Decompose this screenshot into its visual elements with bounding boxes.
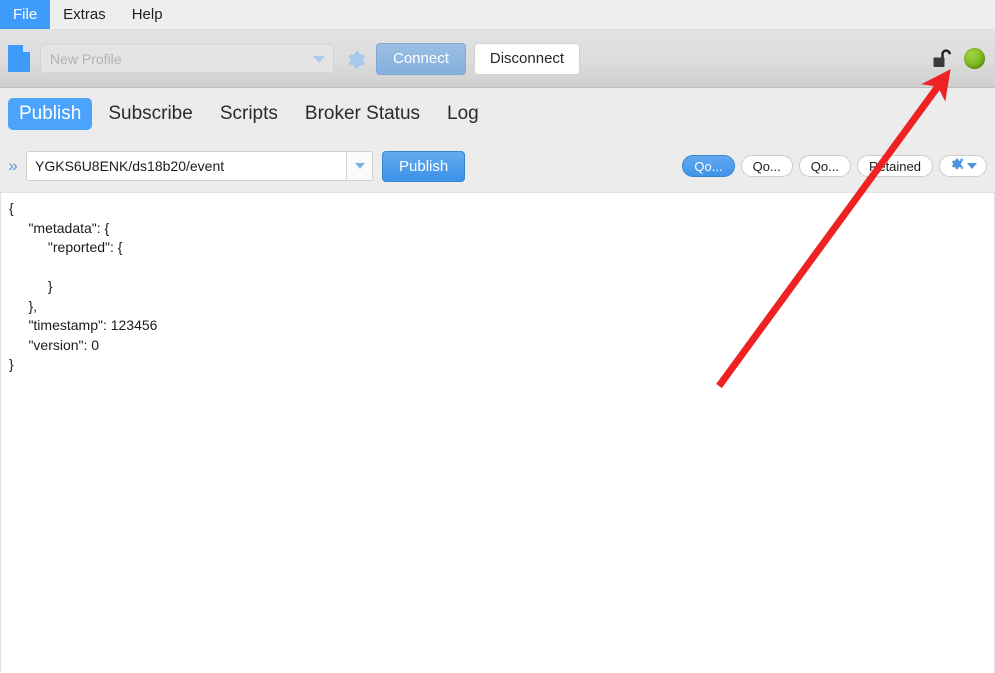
qos-option-2-label: Qo... (810, 158, 839, 174)
gears-icon (949, 157, 965, 175)
tab-log[interactable]: Log (436, 98, 490, 130)
disconnect-button-label: Disconnect (489, 50, 565, 67)
qos-option-0[interactable]: Qo... (682, 155, 735, 177)
payload-editor-content[interactable]: { "metadata": { "reported": { } }, "time… (1, 193, 994, 375)
tab-broker-status-label: Broker Status (304, 103, 421, 125)
menu-item-help-label: Help (131, 6, 163, 23)
connect-button-label: Connect (393, 50, 449, 67)
menu-bar: File Extras Help (0, 0, 995, 30)
topic-input[interactable]: YGKS6U8ENK/ds18b20/event (26, 151, 373, 181)
tab-subscribe-label: Subscribe (108, 103, 193, 125)
publish-toolbar: » YGKS6U8ENK/ds18b20/event Publish Qo...… (0, 140, 995, 192)
toolbar-status-group (931, 48, 985, 70)
main-toolbar: New Profile Connect Disconnect (0, 30, 995, 88)
unlocked-padlock-icon[interactable] (931, 48, 955, 70)
tab-scripts-label: Scripts (219, 103, 278, 125)
menu-item-file[interactable]: File (0, 0, 51, 29)
tab-log-label: Log (447, 103, 479, 125)
retained-toggle-label: Retained (868, 158, 921, 174)
menu-item-extras[interactable]: Extras (50, 0, 119, 29)
profile-select-value: New Profile (50, 50, 122, 67)
menu-item-file-label: File (13, 6, 38, 23)
tab-subscribe[interactable]: Subscribe (97, 98, 204, 130)
tab-publish[interactable]: Publish (8, 98, 93, 130)
chevron-down-icon (967, 163, 977, 169)
chevron-down-icon (354, 163, 365, 169)
profile-select[interactable]: New Profile (40, 44, 334, 73)
mqtt-client-window: File Extras Help New Profile Connect Dis… (0, 0, 995, 673)
chevron-down-icon (313, 55, 325, 63)
qos-option-1[interactable]: Qo... (740, 155, 793, 177)
menu-item-help[interactable]: Help (119, 0, 176, 29)
menu-item-extras-label: Extras (63, 6, 106, 23)
tab-broker-status[interactable]: Broker Status (294, 98, 431, 130)
document-icon[interactable] (8, 45, 30, 72)
disconnect-button[interactable]: Disconnect (473, 42, 581, 75)
connection-status-led (964, 48, 985, 69)
qos-option-2[interactable]: Qo... (798, 155, 851, 177)
publish-button[interactable]: Publish (382, 150, 466, 182)
tab-publish-label: Publish (19, 103, 82, 125)
publish-button-label: Publish (399, 157, 449, 175)
publish-options-group: Qo... Qo... Qo... Retained (682, 155, 987, 177)
expand-chevrons-icon[interactable]: » (0, 156, 26, 176)
qos-option-0-label: Qo... (694, 158, 723, 174)
retained-toggle[interactable]: Retained (856, 155, 933, 177)
payload-editor[interactable]: { "metadata": { "reported": { } }, "time… (0, 192, 995, 673)
connect-button[interactable]: Connect (376, 42, 466, 75)
gear-icon[interactable] (344, 48, 366, 70)
topic-dropdown-button[interactable] (346, 152, 372, 180)
topic-input-value: YGKS6U8ENK/ds18b20/event (35, 158, 225, 174)
qos-option-1-label: Qo... (752, 158, 781, 174)
tab-scripts[interactable]: Scripts (209, 98, 289, 130)
publish-settings-button[interactable] (939, 155, 987, 177)
tab-bar: Publish Subscribe Scripts Broker Status … (0, 88, 995, 140)
